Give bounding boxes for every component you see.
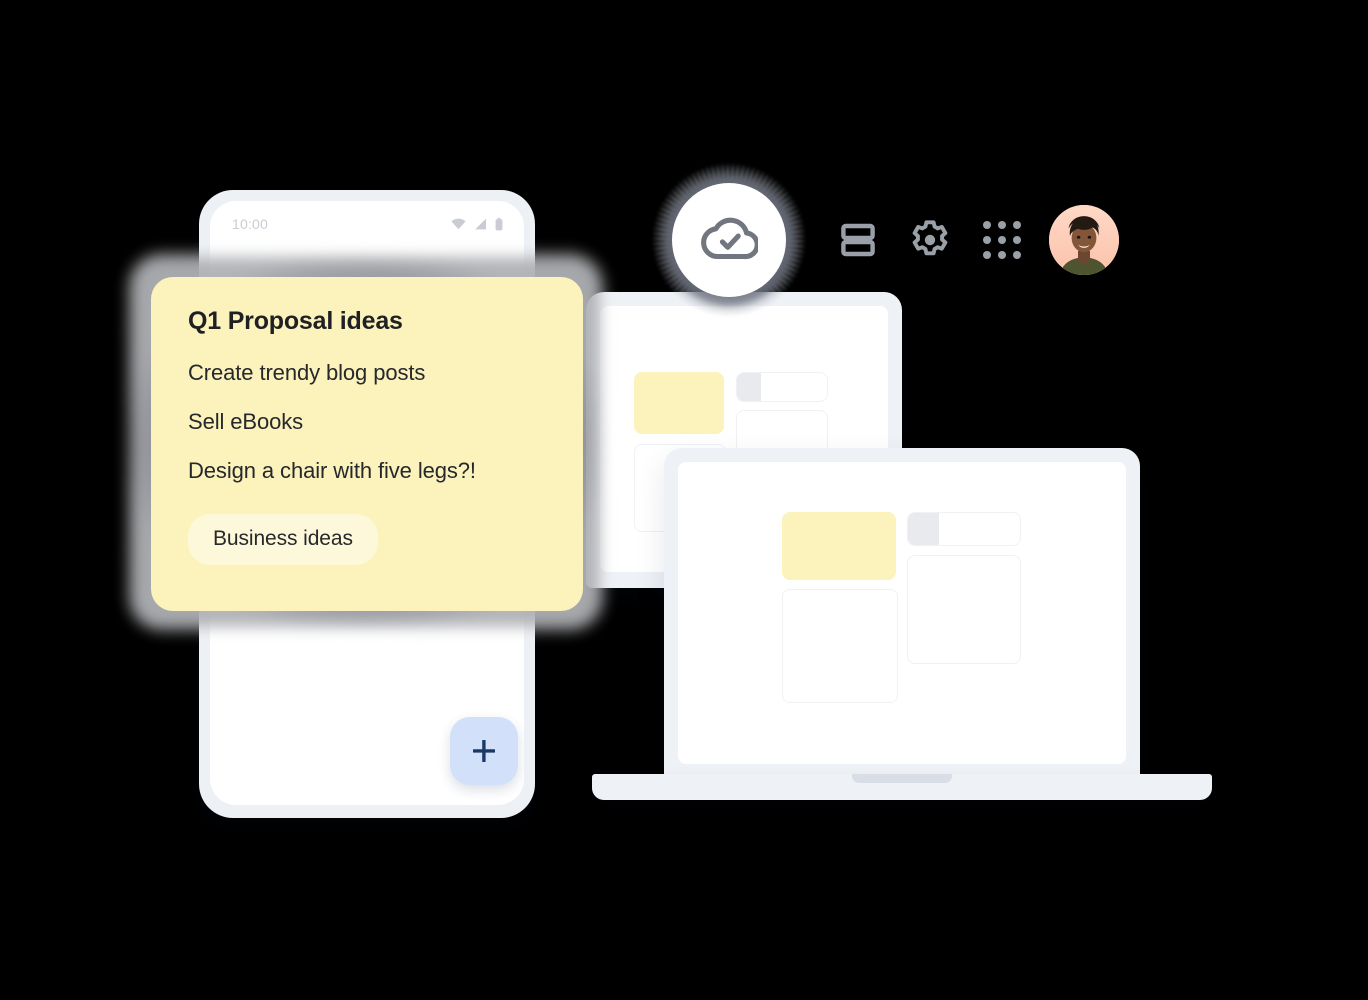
top-toolbar [636,155,1130,325]
laptop-lid [664,448,1140,780]
progress-card[interactable] [736,372,828,402]
note-card-yellow[interactable] [634,372,724,434]
wifi-icon [451,218,466,230]
note-card-yellow[interactable] [782,512,896,580]
plus-icon [471,738,497,764]
laptop-screen [678,462,1126,764]
sticky-note-card[interactable]: Q1 Proposal ideas Create trendy blog pos… [151,277,583,611]
cloud-check-icon [700,214,760,267]
note-card[interactable] [907,555,1021,664]
note-card[interactable] [782,589,898,703]
apps-grid-button[interactable] [966,185,1038,295]
avatar [1049,205,1119,275]
illustration-stage: 10:00 Q1 Proposal ideas Create trendy bl… [0,0,1368,1000]
progress-fill [737,373,761,401]
phone-status-bar: 10:00 [210,201,524,247]
laptop-front-base [592,774,1212,800]
laptop-card-cluster [782,512,1021,703]
status-bar-icons [451,217,503,231]
progress-card[interactable] [907,512,1021,546]
cloud-sync-button[interactable] [672,183,786,297]
note-label-chip[interactable]: Business ideas [188,514,378,565]
trackpad-notch [852,774,952,783]
layout-rows-icon [841,221,875,259]
gear-icon [909,219,951,261]
account-avatar-button[interactable] [1038,185,1130,295]
cloud-sync-badge [636,155,822,325]
settings-button[interactable] [894,185,966,295]
note-line: Design a chair with five legs?! [188,458,476,483]
note-line: Sell eBooks [188,409,304,434]
battery-icon [495,217,503,231]
note-title: Q1 Proposal ideas [188,307,403,335]
note-line: Create trendy blog posts [188,360,426,385]
progress-fill [908,513,939,545]
status-bar-time: 10:00 [232,216,269,232]
add-note-fab[interactable] [450,717,518,785]
apps-grid-icon [983,221,1021,259]
layout-rows-button[interactable] [822,185,894,295]
laptop-device-front [664,448,1140,780]
signal-icon [474,218,487,230]
